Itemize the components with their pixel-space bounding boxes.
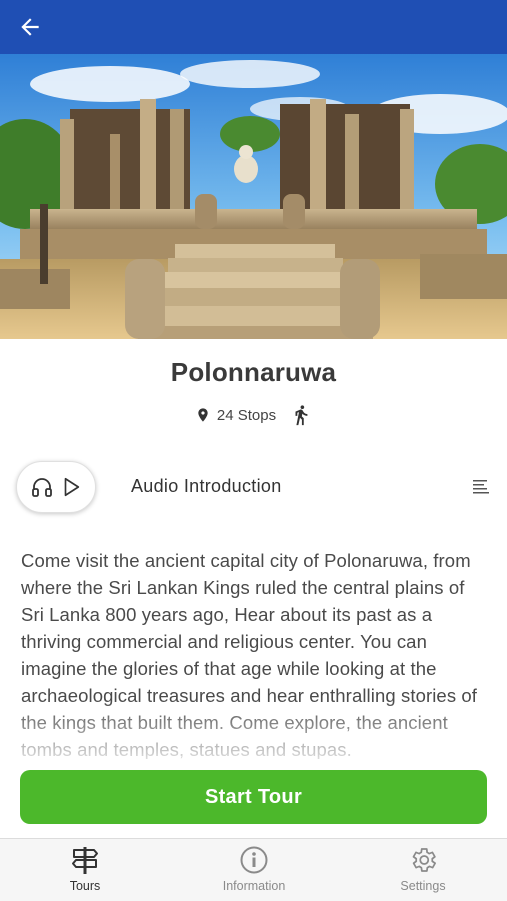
play-icon <box>64 477 80 497</box>
tour-meta: 24 Stops <box>0 402 507 428</box>
headphones-icon <box>32 478 52 497</box>
info-icon <box>240 846 268 874</box>
signpost-icon <box>72 847 98 874</box>
audio-play-button[interactable] <box>16 461 96 513</box>
tab-tours-label: Tours <box>69 879 101 893</box>
transcript-menu-button[interactable] <box>470 476 494 498</box>
bottom-tab-bar: Tours Information Settings <box>0 838 507 901</box>
walking-icon <box>295 405 308 426</box>
tour-title: Polonnaruwa <box>170 357 337 387</box>
tab-information[interactable]: Information <box>194 845 314 897</box>
list-icon <box>473 480 489 494</box>
tour-hero-image <box>0 54 507 339</box>
back-arrow-icon <box>21 18 39 36</box>
tour-description: Come visit the ancient capital city of P… <box>21 550 478 759</box>
tab-information-label: Information <box>222 879 286 893</box>
tab-tours[interactable]: Tours <box>25 845 145 897</box>
start-tour-button[interactable]: Start Tour <box>20 770 487 824</box>
tab-settings-label: Settings <box>400 879 446 893</box>
back-button[interactable] <box>12 9 48 45</box>
app-bar <box>0 0 507 54</box>
audio-introduction-label: Audio Introduction <box>131 476 282 496</box>
stops-count: 24 Stops <box>216 406 277 424</box>
tab-settings[interactable]: Settings <box>363 845 483 897</box>
map-pin-icon <box>198 408 208 422</box>
gear-icon <box>412 848 436 872</box>
